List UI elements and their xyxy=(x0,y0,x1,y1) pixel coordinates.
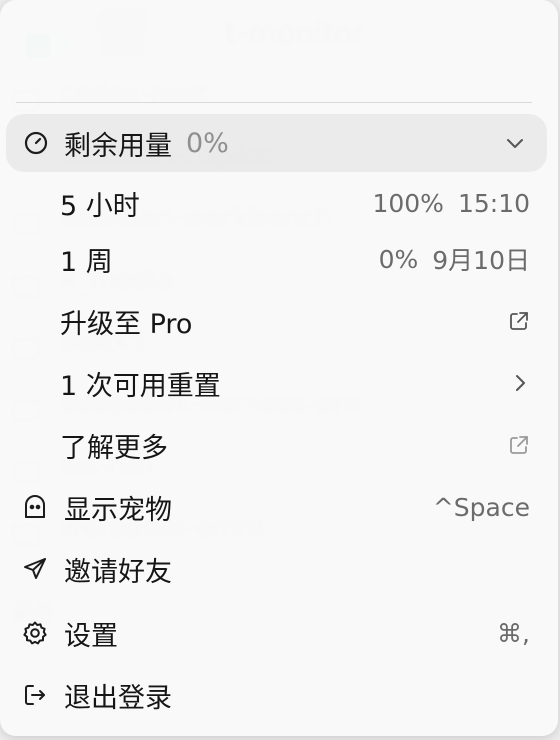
usage-5h-time: 15:10 xyxy=(457,188,530,218)
upgrade-pro-label: 升级至 Pro xyxy=(60,308,193,340)
menu-divider xyxy=(16,102,532,103)
invite-friends-item[interactable]: 邀请好友 xyxy=(0,542,558,596)
invite-friends-label: 邀请好友 xyxy=(64,556,172,588)
settings-item[interactable]: 设置 ⌘, xyxy=(0,606,558,660)
settings-label: 设置 xyxy=(64,620,118,652)
external-link-icon xyxy=(508,418,530,472)
usage-week-label: 1 周 xyxy=(60,246,113,278)
usage-5h-row: 5 小时 100% 15:10 xyxy=(0,176,558,230)
gear-icon xyxy=(22,606,48,660)
account-menu: 剩余用量 0% 5 小时 100% 15:10 1 周 0% 9月10日 升级至 Pr… xyxy=(0,0,558,736)
learn-more-item[interactable]: 了解更多 xyxy=(0,418,558,472)
learn-more-label: 了解更多 xyxy=(60,432,168,464)
chevron-down-icon xyxy=(503,114,527,172)
logout-icon xyxy=(22,668,48,722)
chevron-right-icon xyxy=(510,356,530,410)
upgrade-pro-item[interactable]: 升级至 Pro xyxy=(0,294,558,348)
show-pet-item[interactable]: 显示宠物 ^Space xyxy=(0,480,558,534)
usage-week-percent: 0% xyxy=(378,244,419,274)
logout-item[interactable]: 退出登录 xyxy=(0,668,558,722)
usage-percent: 0% xyxy=(186,127,229,159)
usage-header[interactable]: 剩余用量 0% xyxy=(6,114,547,172)
reset-label: 1 次可用重置 xyxy=(60,370,221,402)
usage-week-date: 9月10日 xyxy=(432,246,530,275)
usage-5h-label: 5 小时 xyxy=(60,190,140,222)
settings-shortcut: ⌘, xyxy=(497,618,530,648)
gauge-icon xyxy=(22,114,50,172)
logout-label: 退出登录 xyxy=(64,682,172,714)
usage-5h-percent: 100% xyxy=(372,188,444,218)
external-link-icon xyxy=(508,294,530,348)
usage-week-row: 1 周 0% 9月10日 xyxy=(0,232,558,286)
show-pet-label: 显示宠物 xyxy=(64,494,172,526)
show-pet-shortcut: ^Space xyxy=(432,492,530,522)
pet-icon xyxy=(22,480,48,534)
usage-label: 剩余用量 xyxy=(64,130,172,162)
paper-plane-icon xyxy=(22,542,48,596)
reset-item[interactable]: 1 次可用重置 xyxy=(0,356,558,410)
